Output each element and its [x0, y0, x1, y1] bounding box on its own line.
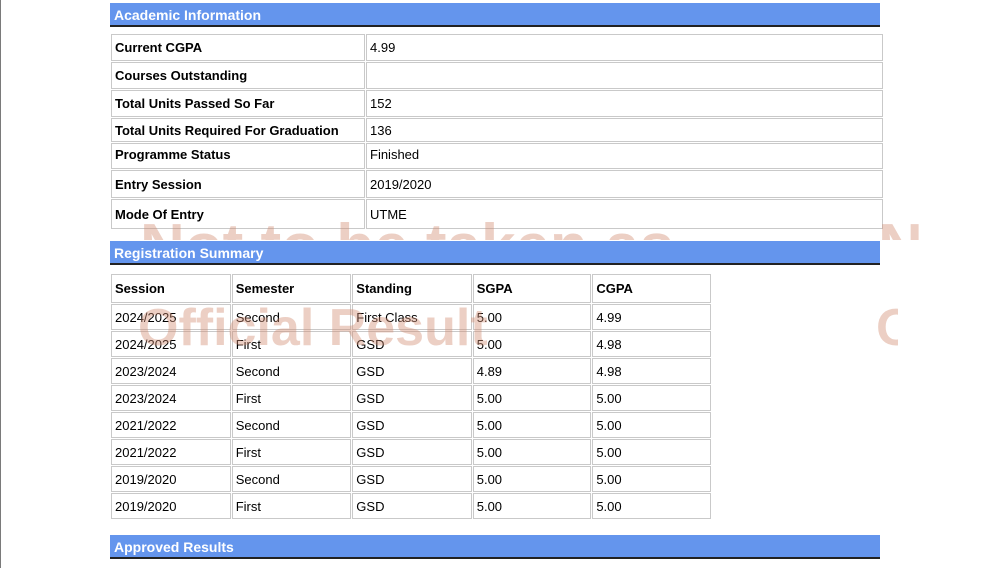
table-row: 2023/2024 Second GSD 4.89 4.98 — [111, 358, 711, 384]
info-label: Programme Status — [111, 143, 365, 169]
cgpa-cell: 5.00 — [592, 385, 711, 411]
info-label: Courses Outstanding — [111, 62, 365, 89]
info-row-units-required: Total Units Required For Graduation 136 — [111, 118, 883, 142]
sgpa-cell: 4.89 — [472, 358, 592, 384]
table-row: 2021/2022 Second GSD 5.00 5.00 — [111, 412, 711, 438]
cgpa-cell: 5.00 — [592, 439, 711, 465]
academic-information-header: Academic Information — [110, 3, 880, 27]
info-row-current-cgpa: Current CGPA 4.99 — [111, 34, 883, 61]
cgpa-cell: 4.98 — [592, 331, 711, 357]
semester-cell: First — [231, 439, 352, 465]
info-value: 152 — [366, 90, 883, 117]
column-header-standing: Standing — [352, 274, 472, 303]
session-cell: 2019/2020 — [111, 466, 231, 492]
sgpa-cell: 5.00 — [472, 439, 592, 465]
table-row: 2024/2025 Second First Class 5.00 4.99 — [111, 304, 711, 330]
standing-cell: GSD — [352, 385, 472, 411]
cgpa-cell: 5.00 — [592, 466, 711, 492]
session-cell: 2021/2022 — [111, 412, 231, 438]
info-row-total-units-passed: Total Units Passed So Far 152 — [111, 90, 883, 117]
info-value: UTME — [366, 199, 883, 229]
semester-cell: Second — [231, 358, 352, 384]
info-label: Mode Of Entry — [111, 199, 365, 229]
watermark-line-2-repeat: O — [876, 299, 898, 357]
info-label: Total Units Passed So Far — [111, 90, 365, 117]
academic-information-table: Current CGPA 4.99 Courses Outstanding To… — [110, 33, 884, 230]
info-label: Entry Session — [111, 170, 365, 198]
info-value: 2019/2020 — [366, 170, 883, 198]
sgpa-cell: 5.00 — [472, 412, 592, 438]
info-row-courses-outstanding: Courses Outstanding — [111, 62, 883, 89]
session-cell: 2023/2024 — [111, 358, 231, 384]
sgpa-cell: 5.00 — [472, 466, 592, 492]
semester-cell: First — [231, 331, 352, 357]
sgpa-cell: 5.00 — [472, 385, 592, 411]
info-value: 4.99 — [366, 34, 883, 61]
cgpa-cell: 5.00 — [592, 493, 711, 519]
standing-cell: GSD — [352, 439, 472, 465]
standing-cell: GSD — [352, 358, 472, 384]
info-value — [366, 62, 883, 89]
standing-cell: GSD — [352, 493, 472, 519]
registration-summary-header: Registration Summary — [110, 241, 880, 265]
column-header-sgpa: SGPA — [472, 274, 592, 303]
column-header-cgpa: CGPA — [592, 274, 711, 303]
session-cell: 2023/2024 — [111, 385, 231, 411]
sgpa-cell: 5.00 — [472, 493, 592, 519]
info-row-programme-status: Programme Status Finished — [111, 143, 883, 169]
page-left-border — [0, 0, 1, 568]
session-cell: 2024/2025 — [111, 304, 231, 330]
table-row: 2023/2024 First GSD 5.00 5.00 — [111, 385, 711, 411]
semester-cell: Second — [231, 466, 352, 492]
info-label: Current CGPA — [111, 34, 365, 61]
cgpa-cell: 5.00 — [592, 412, 711, 438]
registration-summary-table: Session Semester Standing SGPA CGPA 2024… — [110, 273, 712, 520]
info-row-entry-session: Entry Session 2019/2020 — [111, 170, 883, 198]
column-header-session: Session — [111, 274, 231, 303]
info-row-mode-of-entry: Mode Of Entry UTME — [111, 199, 883, 229]
info-value: Finished — [366, 143, 883, 169]
session-cell: 2021/2022 — [111, 439, 231, 465]
table-row: 2019/2020 First GSD 5.00 5.00 — [111, 493, 711, 519]
session-cell: 2024/2025 — [111, 331, 231, 357]
standing-cell: GSD — [352, 412, 472, 438]
info-value: 136 — [366, 118, 883, 142]
standing-cell: GSD — [352, 466, 472, 492]
cgpa-cell: 4.99 — [592, 304, 711, 330]
table-row: 2024/2025 First GSD 5.00 4.98 — [111, 331, 711, 357]
semester-cell: First — [231, 493, 352, 519]
table-row: 2019/2020 Second GSD 5.00 5.00 — [111, 466, 711, 492]
watermark-line-1-repeat: N — [878, 198, 923, 240]
approved-results-header: Approved Results — [110, 535, 880, 559]
session-cell: 2019/2020 — [111, 493, 231, 519]
column-header-semester: Semester — [231, 274, 352, 303]
semester-cell: Second — [231, 304, 352, 330]
table-header-row: Session Semester Standing SGPA CGPA — [111, 274, 711, 303]
cgpa-cell: 4.98 — [592, 358, 711, 384]
sgpa-cell: 5.00 — [472, 304, 592, 330]
info-label: Total Units Required For Graduation — [111, 118, 365, 142]
standing-cell: First Class — [352, 304, 472, 330]
semester-cell: Second — [231, 412, 352, 438]
semester-cell: First — [231, 385, 352, 411]
sgpa-cell: 5.00 — [472, 331, 592, 357]
table-row: 2021/2022 First GSD 5.00 5.00 — [111, 439, 711, 465]
standing-cell: GSD — [352, 331, 472, 357]
